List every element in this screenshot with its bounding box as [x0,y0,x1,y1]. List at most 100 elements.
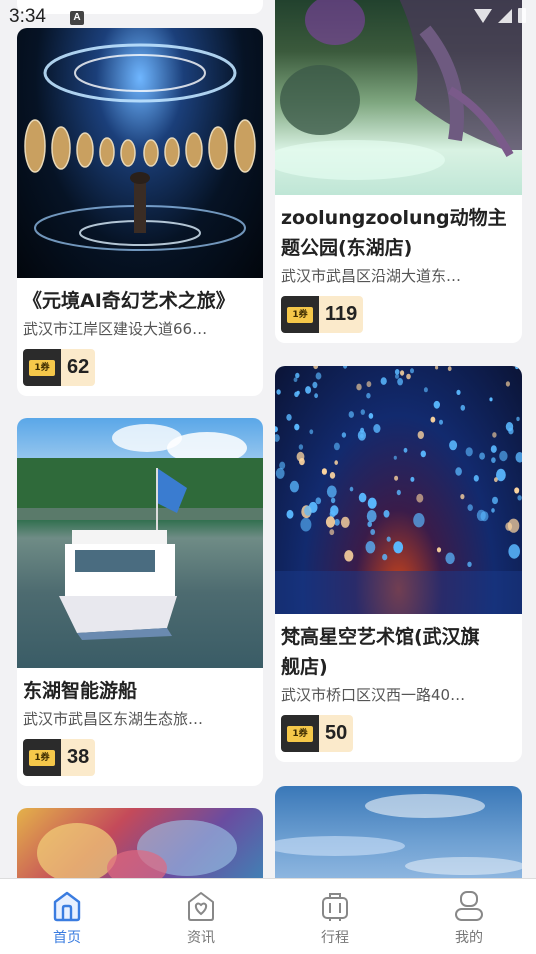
lamp-decoration [516,416,520,422]
ticket-label: 1券 [287,725,313,742]
lamp-decoration [276,389,281,395]
lamp-decoration [343,366,348,369]
lamp-decoration [360,409,365,415]
lamp-decoration [403,447,408,453]
ticket-icon: 1券 [281,296,319,333]
attraction-card[interactable]: 《元境AI奇幻艺术之旅》 武汉市江岸区建设大道66… 1券 62 [17,28,263,396]
price-value: 119 [319,296,364,333]
attraction-card[interactable]: 东湖智能游船 武汉市武昌区东湖生态旅… 1券 38 [17,418,263,786]
lamp-decoration [507,518,520,533]
lamp-decoration [366,392,371,399]
card-partial-top[interactable] [17,0,263,14]
lamp-decoration [410,476,415,482]
tab-label: 行程 [321,930,349,946]
lamp-decoration [436,547,442,553]
lamp-decoration [397,378,403,386]
lamp-decoration [400,370,405,376]
lamp-decoration [456,389,461,395]
tab-home[interactable]: 首页 [0,879,134,954]
lamp-decoration [286,509,294,519]
lamp-decoration [382,553,388,561]
lamp-decoration [313,366,319,370]
ticket-label: 1券 [29,359,55,376]
lamp-decoration [329,472,336,479]
lamp-decoration [300,517,312,532]
card-title-line: 题公园(东湖店) [281,237,413,259]
card-title-line: zoolungzoolung动物主 [281,207,507,229]
price-tag: 1券 50 [281,715,516,752]
attraction-card[interactable]: 梵高星空艺术馆(武汉旗 舰店) 武汉市桥口区汉西一路40… 1券 50 [275,366,522,762]
lamp-decoration [325,516,336,528]
card-address: 武汉市江岸区建设大道66… [23,320,208,338]
tab-itinerary[interactable]: 行程 [268,879,402,954]
lamp-decoration [333,442,340,451]
lamp-decoration [455,467,462,476]
lamp-decoration [515,452,522,463]
card-title-line: 梵高星空艺术馆(武汉旗 [281,626,480,648]
lamp-decoration [476,509,486,521]
lamp-decoration [340,516,350,528]
lamp-decoration [460,494,465,500]
lamp-decoration [296,390,300,395]
lamp-decoration [420,450,426,458]
price-tag: 1券 119 [281,296,516,333]
lamp-decoration [393,455,397,460]
lamp-decoration [445,552,455,565]
tab-profile[interactable]: 我的 [402,879,536,954]
lamp-decoration [368,413,374,419]
lamp-decoration [423,387,428,393]
lamp-decoration [357,430,366,441]
card-title: zoolungzoolung动物主 题公园(东湖店) [281,203,516,263]
lamp-decoration [296,451,305,462]
lamp-decoration [394,369,400,375]
lamp-decoration [366,381,372,388]
ticket-icon: 1券 [23,349,61,386]
lamp-decoration [491,508,495,513]
lamp-decoration [505,381,510,387]
lamp-decoration [356,383,362,391]
lamp-decoration [499,450,508,462]
lamp-decoration [304,505,313,516]
price-value: 62 [61,349,96,386]
lamp-decoration [334,460,338,465]
card-address: 武汉市桥口区汉西一路40… [281,686,466,704]
lamp-decoration [439,419,443,425]
lamp-decoration [330,505,339,516]
lamp-decoration [289,480,299,493]
lamp-decoration [275,426,278,433]
lamp-decoration [367,521,372,528]
lamp-decoration [305,386,312,394]
card-address: 武汉市武昌区东湖生态旅… [23,710,204,728]
lamp-decoration [473,475,479,482]
lamp-decoration [479,452,485,460]
lamp-decoration [467,561,472,567]
tab-news[interactable]: 资讯 [134,879,268,954]
lamp-decoration [430,416,436,423]
lamp-decoration [467,504,473,511]
lamp-decoration [465,447,473,457]
lamp-decoration [417,431,424,439]
lamp-decoration [406,373,411,380]
lamp-decoration [520,366,522,371]
card-title-line: 舰店) [281,656,328,678]
card-title: 《元境AI奇幻艺术之旅》 [23,290,235,312]
home-icon [53,891,81,922]
profile-icon [455,891,483,921]
attraction-image [275,366,522,614]
lamp-decoration [293,377,298,382]
lamp-decoration [315,372,322,380]
lamp-decoration [330,497,336,504]
lamp-decoration [517,495,522,501]
lamp-decoration [294,423,300,431]
ticket-label: 1券 [287,306,313,323]
lamp-decoration [413,513,425,528]
lamp-decoration [489,397,493,402]
attraction-card[interactable]: zoolungzoolung动物主 题公园(东湖店) 武汉市武昌区沿湖大道东… … [275,0,522,343]
lamp-decoration [492,496,498,505]
lamp-decoration [508,544,520,559]
tab-label: 我的 [455,930,483,946]
lamp-decoration [433,400,440,409]
lamp-decoration [380,377,387,385]
lamp-decoration [396,489,401,496]
lamp-decoration [279,461,286,470]
